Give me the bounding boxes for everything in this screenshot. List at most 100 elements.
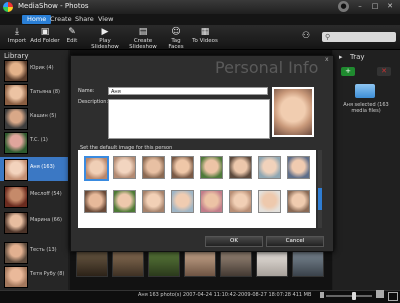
ok-button[interactable]: OK <box>205 236 263 247</box>
import-button[interactable]: ⤓ Import <box>6 27 28 49</box>
face-thumbnail[interactable] <box>287 156 310 179</box>
default-photo-preview <box>272 87 314 137</box>
tray-caption: Аня selected (163 media files) <box>343 102 389 114</box>
library-person-item[interactable]: Тетя Рубу (8) <box>0 264 68 288</box>
cancel-button[interactable]: Cancel <box>266 236 324 247</box>
face-thumbnail[interactable] <box>258 190 281 213</box>
tray-add-button[interactable]: + <box>341 67 355 76</box>
description-field[interactable] <box>108 99 270 139</box>
baby-face-photo <box>274 89 312 135</box>
face-thumbnail[interactable] <box>142 190 165 213</box>
name-label: Name: <box>78 88 95 94</box>
to-videos-label: To Videos <box>192 38 218 44</box>
zoom-slider-handle[interactable] <box>352 292 356 300</box>
background-photo[interactable] <box>148 250 180 277</box>
fit-to-window-icon[interactable] <box>388 292 398 301</box>
library-person-item[interactable]: Mecлoff (54) <box>0 184 68 208</box>
face-thumbnail[interactable] <box>171 190 194 213</box>
face-thumbnail[interactable] <box>84 190 107 213</box>
face-thumbnail-selected[interactable] <box>84 156 109 181</box>
background-photo[interactable] <box>256 250 288 277</box>
person-name: Кашин (5) <box>30 113 57 119</box>
person-name: Юрик (4) <box>30 65 54 71</box>
face-thumbnail[interactable] <box>229 156 252 179</box>
background-photo[interactable] <box>292 250 324 277</box>
tray-expand-icon[interactable]: ▸ <box>339 53 343 61</box>
edit-label: Edit <box>66 38 78 44</box>
video-icon: ▦ <box>200 27 210 37</box>
dialog-title: Personal Info <box>215 58 319 77</box>
menu-view[interactable]: View <box>93 15 118 24</box>
maximize-icon[interactable]: □ <box>369 2 381 11</box>
edit-icon: ✎ <box>68 27 76 37</box>
background-photo[interactable] <box>220 250 252 277</box>
face-thumbnail[interactable] <box>287 190 310 213</box>
import-icon: ⤓ <box>15 27 19 37</box>
play-slideshow-label: Play Slideshow <box>91 38 119 50</box>
tag-faces-button[interactable]: ☺ Tag Faces <box>163 27 189 50</box>
tray-folder-icon[interactable] <box>355 84 375 98</box>
play-slideshow-button[interactable]: ▶ Play Slideshow <box>86 27 124 50</box>
face-thumbnail[interactable] <box>113 190 136 213</box>
face-thumbnail[interactable] <box>171 156 194 179</box>
person-thumbnail <box>4 132 28 154</box>
tag-faces-label: Tag Faces <box>168 38 184 50</box>
person-name: Тетя Рубу (8) <box>30 271 65 277</box>
close-window-icon[interactable]: ✕ <box>384 2 396 11</box>
library-person-item[interactable]: Кашин (5) <box>0 106 68 130</box>
add-folder-label: Add Folder <box>30 38 60 44</box>
face-thumbnail-grid <box>78 150 316 228</box>
zoom-in-icon[interactable] <box>376 290 384 298</box>
search-input[interactable]: ⚲ <box>322 32 396 42</box>
slideshow-icon: ▤ <box>138 27 148 37</box>
person-thumbnail <box>4 60 28 82</box>
library-person-item[interactable]: Татьяна (8) <box>0 82 68 106</box>
search-icon: ⚲ <box>325 33 331 41</box>
library-person-item-selected[interactable]: Аня (163) <box>0 157 68 181</box>
minimize-icon[interactable]: – <box>354 2 366 11</box>
person-thumbnail <box>4 108 28 130</box>
to-videos-button[interactable]: ▦ To Videos <box>192 27 218 49</box>
create-slideshow-label: Create Slideshow <box>129 38 157 50</box>
name-field[interactable]: Аня <box>108 87 268 95</box>
person-name: Марина (66) <box>30 217 62 223</box>
tray-remove-button[interactable]: ✕ <box>377 67 391 76</box>
create-slideshow-button[interactable]: ▤ Create Slideshow <box>124 27 162 50</box>
person-name: Аня (163) <box>30 164 55 170</box>
window-title: MediaShow - Photos <box>18 2 89 10</box>
person-thumbnail <box>4 186 28 208</box>
person-name: Mecлoff (54) <box>30 191 62 197</box>
person-thumbnail <box>4 212 28 234</box>
face-thumbnail[interactable] <box>258 156 281 179</box>
status-text: Аня 163 photo(s) 2007-04-24 11:10:42-200… <box>138 292 312 298</box>
background-photo[interactable] <box>76 250 108 277</box>
zoom-out-icon[interactable] <box>320 292 324 298</box>
app-logo-icon <box>3 2 13 12</box>
tray-label: Tray <box>350 53 365 61</box>
face-thumbnail[interactable] <box>113 156 136 179</box>
zoom-slider[interactable] <box>326 295 372 297</box>
person-name: Тесть (13) <box>30 247 57 253</box>
background-photo[interactable] <box>184 250 216 277</box>
background-photo[interactable] <box>112 250 144 277</box>
person-thumbnail <box>4 84 28 106</box>
person-thumbnail <box>4 266 28 288</box>
import-label: Import <box>7 38 27 44</box>
description-label: Description: <box>78 99 109 105</box>
profile-icon[interactable]: ● <box>338 1 349 12</box>
face-thumbnail[interactable] <box>142 156 165 179</box>
people-icon[interactable]: ⚇ <box>300 31 312 43</box>
add-folder-button[interactable]: ▣ Add Folder <box>30 27 60 49</box>
face-thumbnail[interactable] <box>200 156 223 179</box>
person-thumbnail <box>4 242 28 264</box>
play-icon: ▶ <box>101 27 109 37</box>
library-person-item[interactable]: T.C. (1) <box>0 130 68 154</box>
edit-button[interactable]: ✎ Edit <box>64 27 80 49</box>
face-thumbnail[interactable] <box>229 190 252 213</box>
library-person-item[interactable]: Марина (66) <box>0 210 68 234</box>
grid-scrollbar-thumb[interactable] <box>318 188 322 210</box>
library-person-item[interactable]: Юрик (4) <box>0 58 68 82</box>
dialog-close-icon[interactable]: x <box>325 56 329 63</box>
face-thumbnail[interactable] <box>200 190 223 213</box>
library-person-item[interactable]: Тесть (13) <box>0 240 68 264</box>
